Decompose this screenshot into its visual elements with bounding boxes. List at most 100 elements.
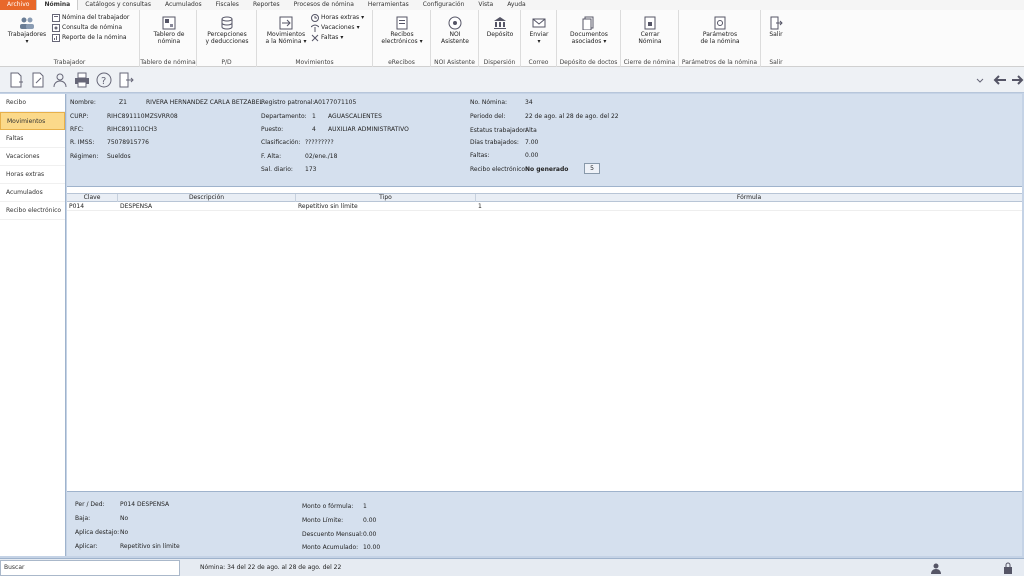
movements-icon — [279, 16, 293, 30]
puesto-label: Puesto: — [261, 126, 284, 133]
regimen-value: Sueldos — [107, 153, 131, 160]
recibos-electronicos-button[interactable]: Recibos electrónicos ▾ — [377, 16, 427, 45]
col-header-descripcion[interactable]: Descripción — [118, 194, 296, 202]
forward-arrow-icon[interactable] — [1012, 72, 1024, 88]
reporte-nomina-button[interactable]: Reporte de la nómina — [52, 34, 127, 42]
cerrar-nomina-button[interactable]: Cerrar Nómina — [625, 16, 675, 45]
tablero-label-2: nómina — [157, 38, 181, 45]
desc-mensual-label: Descuento Mensual: — [302, 531, 363, 538]
recibo-status-button[interactable]: 5 — [584, 163, 600, 174]
trabajadores-label: Trabajadores — [7, 31, 47, 38]
clock-icon — [311, 14, 319, 22]
group-dispersion: Depósito Dispersión — [479, 10, 521, 67]
status-text: Nómina: 34 del 22 de ago. al 28 de ago. … — [200, 564, 342, 571]
recibos-label-1: Recibos — [390, 31, 414, 38]
help-icon[interactable]: ? — [96, 72, 112, 88]
vacaciones-button[interactable]: Vacaciones ▾ — [311, 24, 360, 32]
menu-nomina[interactable]: Nómina — [36, 0, 79, 10]
registro-label: Registro patronal: — [261, 99, 315, 106]
menu-herramientas[interactable]: Herramientas — [361, 0, 416, 10]
nav-item-vacaciones[interactable]: Vacaciones — [0, 148, 65, 166]
imss-value: 75078915776 — [107, 139, 149, 146]
group-parametros: Parámetros de la nómina Parámetros de la … — [679, 10, 761, 67]
group-caption: Movimientos — [295, 59, 334, 66]
edit-document-icon[interactable] — [30, 72, 46, 88]
deposito-button[interactable]: Depósito — [481, 16, 519, 38]
horas-extras-button[interactable]: Horas extras ▾ — [311, 14, 364, 22]
nav-item-movimientos[interactable]: Movimientos — [0, 112, 65, 130]
menu-configuracion[interactable]: Configuración — [416, 0, 472, 10]
table-row[interactable]: P014 DESPENSA Repetitivo sin límite 1 — [67, 202, 1022, 211]
nav-item-recibo-electronico[interactable]: Recibo electrónico — [0, 202, 65, 220]
nav-item-faltas[interactable]: Faltas — [0, 130, 65, 148]
menu-procesos[interactable]: Procesos de nómina — [287, 0, 361, 10]
tablero-button[interactable]: Tablero de nómina — [144, 16, 194, 45]
perded-value: P014 DESPENSA — [120, 501, 170, 508]
nomina-trabajador-button[interactable]: Nómina del trabajador — [52, 14, 129, 22]
menu-reportes[interactable]: Reportes — [246, 0, 287, 10]
noi-asistente-button[interactable]: NOI Asistente — [433, 16, 477, 45]
enviar-button[interactable]: Enviar ▾ — [523, 16, 555, 45]
group-caption: NOI Asistente — [434, 59, 475, 66]
reporte-nomina-label: Reporte de la nómina — [62, 34, 127, 41]
recibo-label: Recibo electrónico: — [470, 166, 528, 173]
curp-label: CURP: — [70, 113, 89, 120]
deposito-label: Depósito — [486, 31, 514, 38]
group-caption: Dispersión — [483, 59, 516, 66]
menu-vista[interactable]: Vista — [471, 0, 500, 10]
toolbar: ? — [0, 67, 1024, 93]
cell-formula: 1 — [478, 203, 482, 210]
nav-item-horas-extras[interactable]: Horas extras — [0, 166, 65, 184]
noi-label-1: NOI — [449, 31, 461, 38]
faltas-button[interactable]: Faltas ▾ — [311, 34, 343, 42]
user-icon[interactable] — [52, 72, 68, 88]
baja-value: No — [120, 515, 129, 522]
group-erecibos: Recibos electrónicos ▾ eRecibos — [373, 10, 431, 67]
back-arrow-icon[interactable] — [992, 72, 1008, 88]
search-input[interactable]: Buscar — [0, 560, 180, 576]
user-icon[interactable] — [930, 562, 942, 574]
percepciones-button[interactable]: Percepciones y deducciones — [201, 16, 253, 45]
nav-item-recibo[interactable]: Recibo — [0, 94, 65, 112]
menu-catalogos[interactable]: Catálogos y consultas — [78, 0, 158, 10]
parametros-button[interactable]: Parámetros de la nómina — [693, 16, 747, 45]
imss-label: R. IMSS: — [70, 139, 95, 146]
group-caption: Parámetros de la nómina — [681, 59, 758, 66]
new-document-icon[interactable] — [8, 72, 24, 88]
sal-value: 173 — [305, 166, 317, 173]
assistant-icon — [448, 16, 462, 30]
nav-item-acumulados[interactable]: Acumulados — [0, 184, 65, 202]
lock-icon[interactable] — [1002, 562, 1014, 574]
menu-bar: Archivo Nómina Catálogos y consultas Acu… — [0, 0, 1024, 10]
ribbon: Trabajadores ▾ Nómina del trabajador Cons… — [0, 10, 1024, 67]
col-header-formula[interactable]: Fórmula — [476, 194, 1022, 202]
dias-value: 7.00 — [525, 139, 539, 146]
depto-value: AGUASCALIENTES — [328, 113, 382, 120]
faltas-label: Faltas: — [470, 152, 490, 159]
monto-formula-value: 1 — [363, 503, 367, 510]
trabajadores-button[interactable]: Trabajadores ▾ — [6, 16, 48, 45]
menu-archivo[interactable]: Archivo — [0, 0, 37, 10]
consulta-nomina-button[interactable]: Consulta de nómina — [52, 24, 122, 32]
col-header-clave[interactable]: Clave — [67, 194, 118, 202]
noi-label-2: Asistente — [441, 38, 469, 45]
regimen-label: Régimen: — [70, 153, 99, 160]
users-icon — [20, 17, 34, 29]
print-icon[interactable] — [74, 72, 90, 88]
menu-fiscales[interactable]: Fiscales — [209, 0, 246, 10]
movimientos-label-2: a la Nómina — [265, 38, 302, 45]
menu-acumulados[interactable]: Acumulados — [158, 0, 209, 10]
nomina-trabajador-label: Nómina del trabajador — [62, 14, 130, 21]
group-correo: Enviar ▾ Correo — [521, 10, 557, 67]
chevron-down-icon[interactable] — [976, 76, 984, 84]
documentos-button[interactable]: Documentos asociados ▾ — [563, 16, 615, 45]
nombre-value: RIVERA HERNANDEZ CARLA BETZABEL — [146, 99, 263, 106]
grid-header: Clave Descripción Tipo Fórmula — [67, 193, 1022, 202]
col-header-tipo[interactable]: Tipo — [296, 194, 476, 202]
menu-ayuda[interactable]: Ayuda — [500, 0, 533, 10]
exit-icon[interactable] — [118, 72, 134, 88]
perded-label: Per / Ded: — [75, 501, 105, 508]
salir-button[interactable]: Salir — [763, 16, 789, 38]
tablero-label-1: Tablero de — [153, 31, 185, 38]
movimientos-button[interactable]: Movimientos a la Nómina ▾ — [261, 16, 311, 45]
